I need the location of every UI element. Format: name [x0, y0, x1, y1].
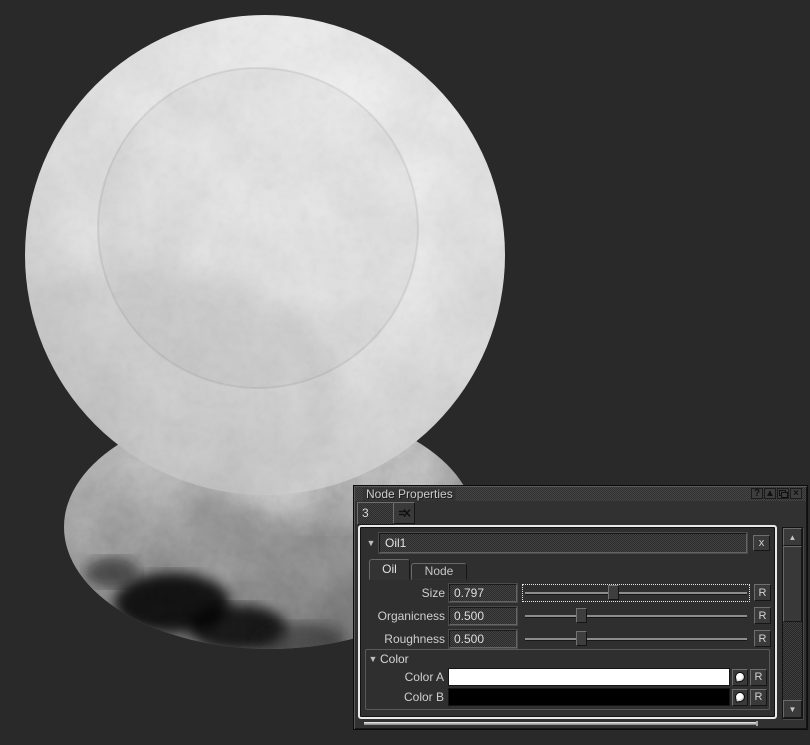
collapse-color-icon[interactable]: ▼ — [366, 654, 380, 664]
window-titlebar[interactable]: Node Properties ? ▲ × — [355, 487, 806, 501]
collapse-node-icon[interactable]: ▼ — [364, 538, 378, 548]
organicness-slider[interactable] — [522, 607, 750, 625]
color-b-picker-button[interactable] — [732, 689, 748, 706]
restore-rect-front — [781, 492, 788, 498]
parameter-panel: ▼ Oil1 x Oil Node Size 0.797 R Organicne… — [358, 525, 777, 719]
size-slider-handle[interactable] — [608, 585, 619, 600]
size-reset-button[interactable]: R — [754, 584, 771, 601]
vertical-scrollbar[interactable]: ▲ ▼ — [782, 527, 803, 719]
color-picker-icon — [734, 671, 746, 683]
scrollbar-track[interactable] — [783, 622, 802, 702]
color-a-row: Color A R — [366, 667, 769, 687]
roughness-label: Roughness — [363, 632, 449, 646]
color-b-label: Color B — [366, 690, 448, 704]
window-title: Node Properties — [363, 488, 456, 501]
roughness-slider[interactable] — [522, 630, 750, 648]
param-row-size: Size 0.797 R — [363, 581, 771, 604]
shade-icon[interactable]: ▲ — [764, 488, 776, 499]
application-stage: Node Properties ? ▲ × 3 ▼ Oil1 x — [0, 0, 810, 745]
clear-icon — [398, 508, 411, 518]
color-b-swatch[interactable] — [448, 688, 730, 706]
size-value-field[interactable]: 0.797 — [449, 584, 517, 602]
color-group-label: Color — [380, 652, 409, 666]
size-slider[interactable] — [522, 584, 750, 602]
color-group-header[interactable]: ▼ Color — [366, 651, 769, 667]
scrollbar-thumb[interactable] — [783, 546, 802, 622]
help-icon[interactable]: ? — [751, 488, 763, 499]
clear-button[interactable] — [393, 502, 415, 524]
scroll-down-button[interactable]: ▼ — [783, 700, 802, 718]
size-label: Size — [363, 586, 449, 600]
organicness-reset-button[interactable]: R — [754, 607, 771, 624]
scroll-up-button[interactable]: ▲ — [783, 528, 802, 546]
roughness-value-field[interactable]: 0.500 — [449, 630, 517, 648]
color-a-swatch[interactable] — [448, 668, 730, 686]
roughness-slider-handle[interactable] — [576, 631, 587, 646]
size-slider-track — [525, 592, 747, 594]
float-window-icon[interactable] — [777, 488, 789, 499]
color-b-reset-button[interactable]: R — [750, 689, 767, 706]
close-icon[interactable]: × — [790, 488, 802, 499]
color-a-label: Color A — [366, 670, 448, 684]
param-row-roughness: Roughness 0.500 R — [363, 627, 771, 650]
horizontal-scrollbar-notch — [756, 721, 758, 726]
tab-oil[interactable]: Oil — [369, 559, 410, 580]
tab-node[interactable]: Node — [411, 563, 467, 580]
organicness-slider-track — [525, 615, 747, 617]
color-group: ▼ Color Color A R Color B — [365, 649, 770, 710]
titlebar-icons: ? ▲ × — [751, 488, 802, 499]
organicness-label: Organicness — [363, 609, 449, 623]
color-b-row: Color B R — [366, 687, 769, 707]
remove-node-button[interactable]: x — [753, 535, 770, 551]
horizontal-scrollbar[interactable] — [364, 722, 758, 725]
roughness-reset-button[interactable]: R — [754, 630, 771, 647]
node-name-field[interactable]: Oil1 — [379, 533, 747, 553]
organicness-value-field[interactable]: 0.500 — [449, 607, 517, 625]
param-row-organicness: Organicness 0.500 R — [363, 604, 771, 627]
color-picker-icon — [734, 691, 746, 703]
organicness-slider-handle[interactable] — [576, 608, 587, 623]
roughness-slider-track — [525, 638, 747, 640]
color-a-picker-button[interactable] — [732, 669, 748, 686]
tab-bar: Oil Node — [369, 558, 467, 580]
display-count-input[interactable]: 3 — [357, 502, 394, 525]
color-a-reset-button[interactable]: R — [750, 669, 767, 686]
node-header: ▼ Oil1 x — [364, 532, 770, 554]
node-properties-window: Node Properties ? ▲ × 3 ▼ Oil1 x — [353, 485, 808, 730]
